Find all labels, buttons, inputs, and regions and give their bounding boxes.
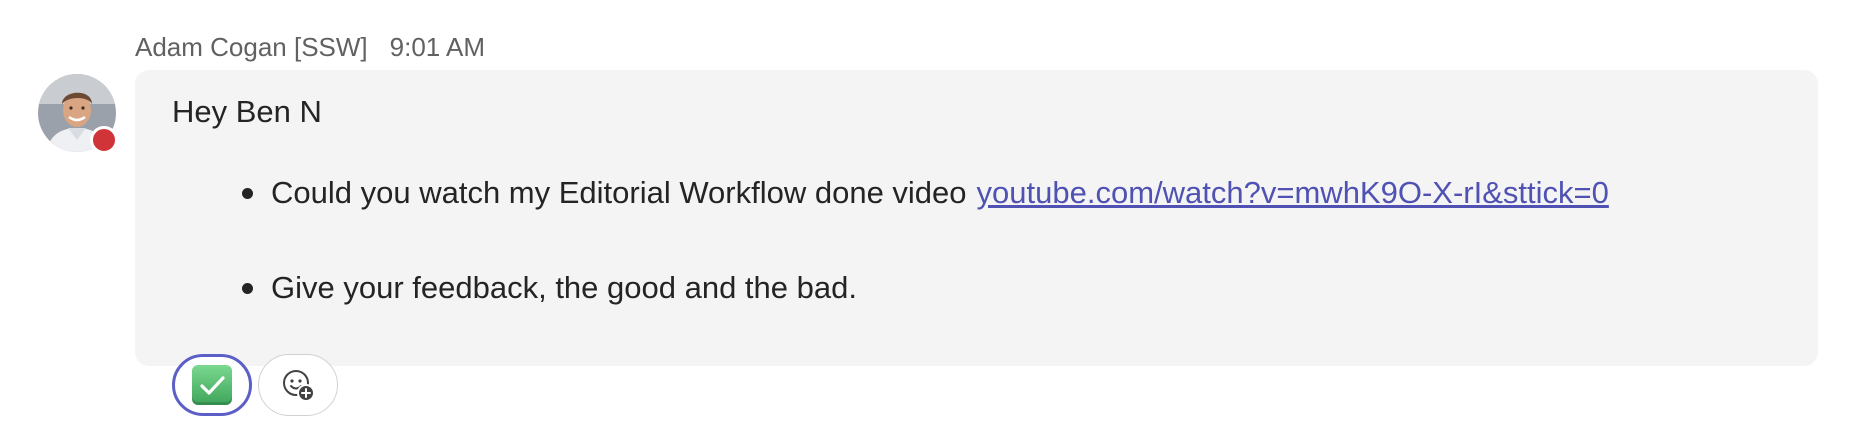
check-mark-button-icon (192, 365, 232, 405)
greeting-text: Hey Ben N (172, 94, 322, 129)
list-item: Could you watch my Editorial Workflow do… (242, 173, 1609, 213)
video-link[interactable]: youtube.com/watch?v=mwhK9O-X-rI&sttick=0 (977, 175, 1609, 211)
bullet-icon (242, 187, 253, 199)
avatar[interactable] (38, 74, 118, 154)
list-item: Give your feedback, the good and the bad… (242, 268, 857, 308)
chat-message: Adam Cogan [SSW] 9:01 AM Hey Ben N Could… (0, 0, 1850, 444)
message-bubble: Hey Ben N Could you watch my Editorial W… (135, 70, 1818, 366)
check-mark-reaction-button[interactable] (172, 354, 252, 416)
presence-busy-indicator (90, 126, 118, 154)
author-name[interactable]: Adam Cogan [SSW] (135, 32, 368, 63)
timestamp: 9:01 AM (389, 31, 486, 62)
add-reaction-button[interactable] (258, 354, 338, 416)
message-header: Adam Cogan [SSW] 9:01 AM (135, 30, 485, 64)
bullet-icon (242, 282, 253, 294)
add-reaction-icon (283, 370, 315, 402)
list-item-text: Give your feedback, the good and the bad… (271, 270, 857, 305)
list-item-text: Could you watch my Editorial Workflow do… (271, 175, 967, 210)
